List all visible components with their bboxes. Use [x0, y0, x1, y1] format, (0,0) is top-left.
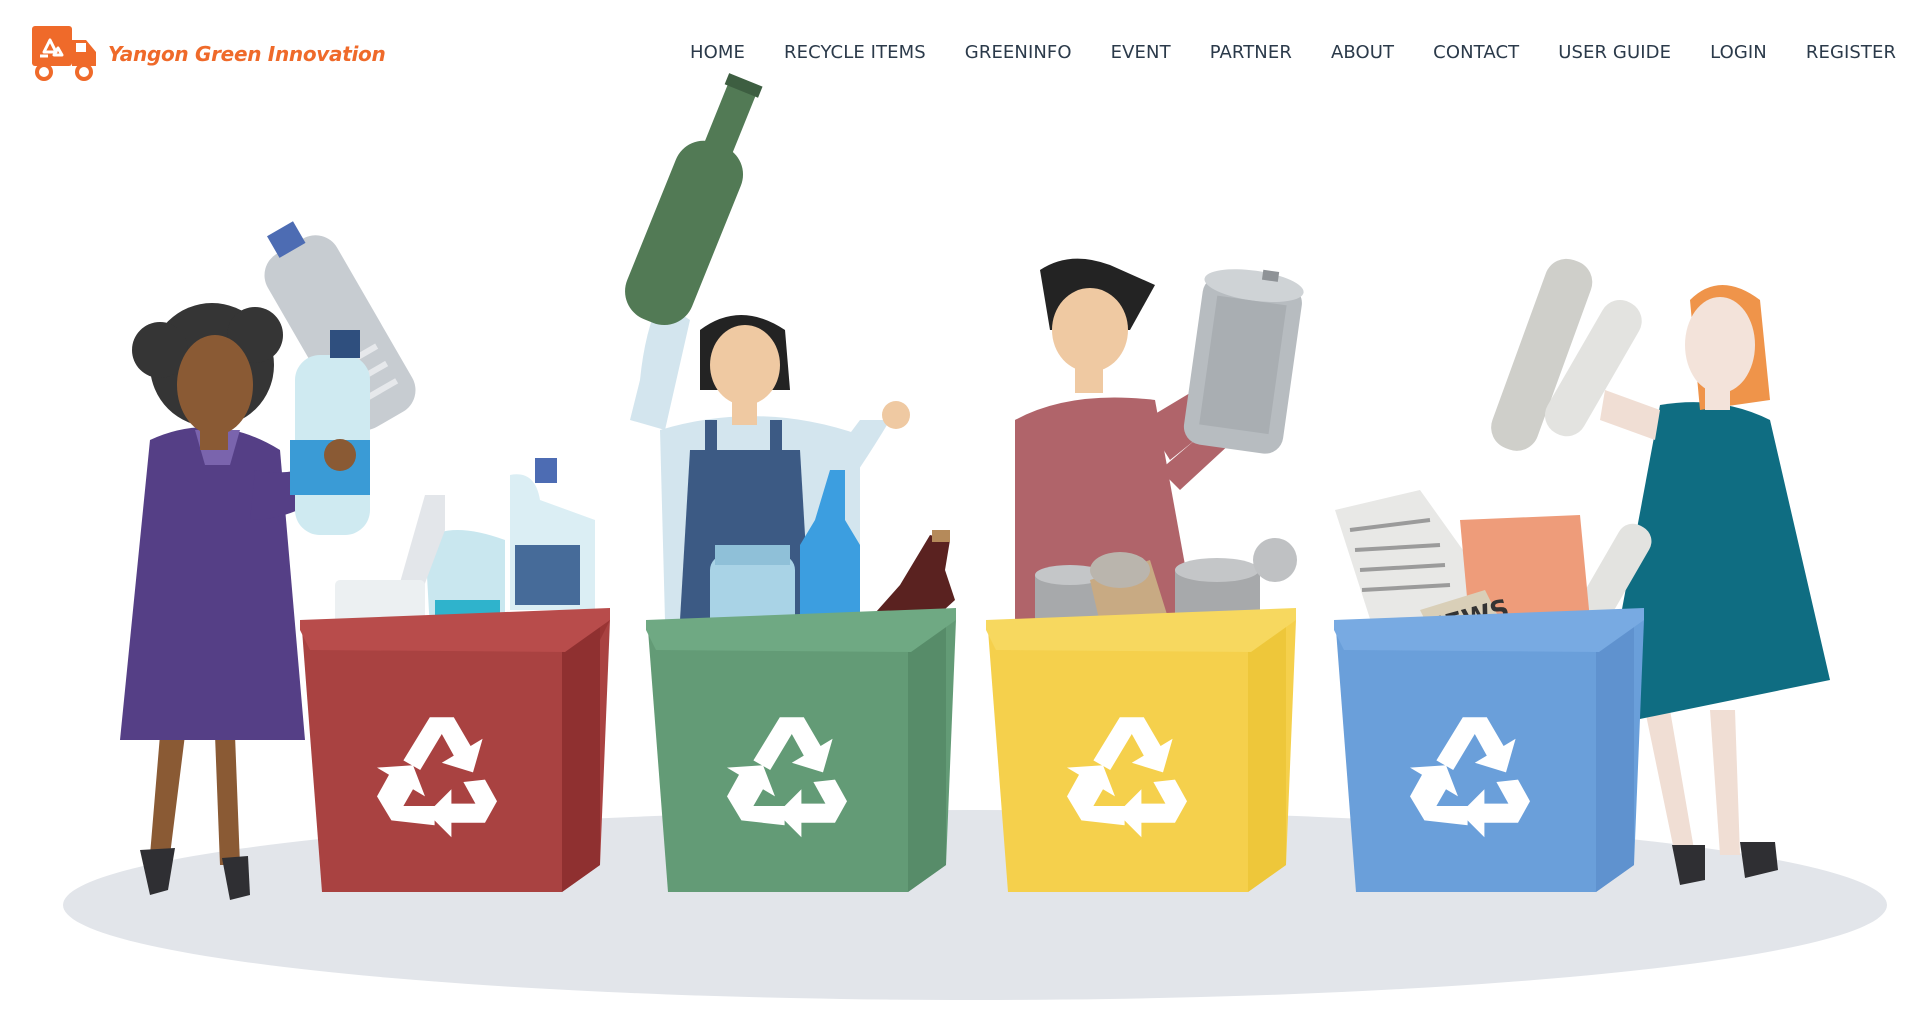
plastic-items: [335, 458, 595, 635]
bin-glass: [646, 608, 956, 892]
bin-plastic: [300, 608, 610, 892]
bin-paper: [1334, 608, 1644, 892]
water-bottle: [290, 330, 370, 535]
hero-illustration: NEWS: [63, 73, 1887, 1000]
aluminium-can: [1183, 269, 1304, 454]
green-glass-bottle: [625, 73, 763, 326]
bin-metal: [986, 608, 1296, 892]
